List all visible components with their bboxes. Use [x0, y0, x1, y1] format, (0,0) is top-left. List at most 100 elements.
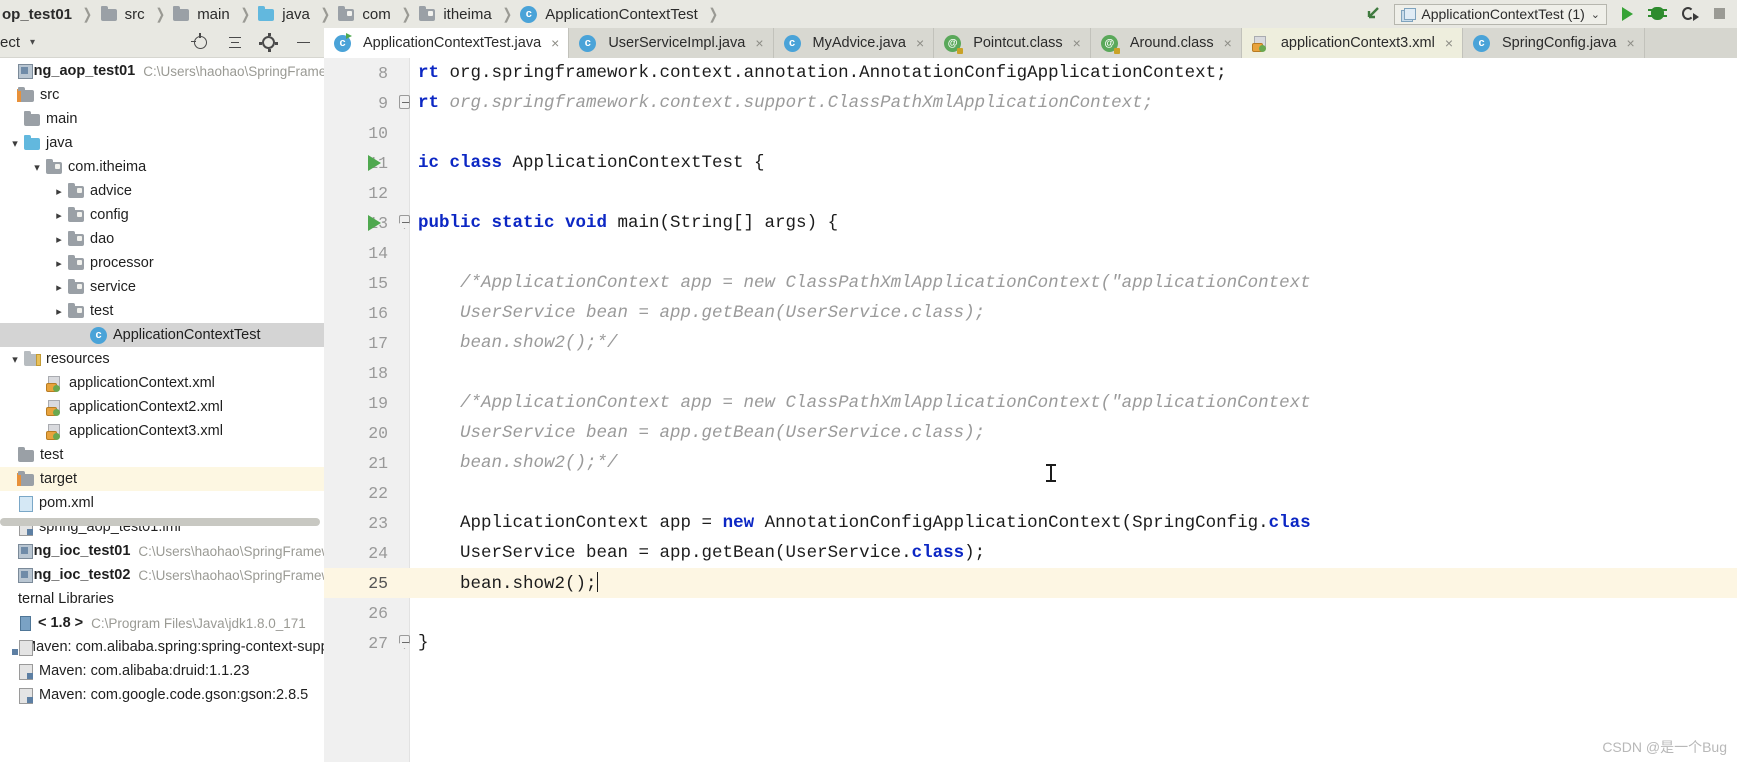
code-line-11[interactable]: 11 ic class ApplicationContextTest {	[324, 148, 1737, 178]
tree-item-ring-ioc-test02[interactable]: ring_ioc_test02 C:\Users\haohao\SpringFra…	[0, 563, 324, 587]
fold-gutter[interactable]	[398, 148, 410, 178]
breadcrumb-item-op-test01[interactable]: op_test01	[0, 6, 74, 23]
code-line-17[interactable]: 17 bean.show2();*/	[324, 328, 1737, 358]
editor-tab-around-class[interactable]: Around.class ×	[1090, 28, 1242, 58]
close-icon[interactable]: ×	[1626, 35, 1634, 51]
code-line-14[interactable]: 14	[324, 238, 1737, 268]
tree-item-applicationcontext-xml[interactable]: applicationContext.xml	[0, 371, 324, 395]
locate-icon[interactable]	[191, 32, 210, 52]
tree-item-applicationcontexttest[interactable]: ApplicationContextTest	[0, 323, 324, 347]
tree-item-applicationcontext2-xml[interactable]: applicationContext2.xml	[0, 395, 324, 419]
code-line-22[interactable]: 22	[324, 478, 1737, 508]
close-icon[interactable]: ×	[916, 35, 924, 51]
fold-gutter[interactable]	[398, 598, 410, 628]
code-line-24[interactable]: 24 UserService bean = app.getBean(UserSe…	[324, 538, 1737, 568]
tree-item-advice[interactable]: advice	[0, 179, 324, 203]
code-line-27[interactable]: 27}	[324, 628, 1737, 658]
code-editor[interactable]: 8 rt org.springframework.context.annotati…	[324, 58, 1737, 762]
tree-item-com-itheima[interactable]: com.itheima	[0, 155, 324, 179]
tree-item-src[interactable]: src	[0, 83, 324, 107]
editor-tab-applicationcontexttest-java[interactable]: ApplicationContextTest.java ×	[324, 28, 570, 58]
fold-end-icon[interactable]	[399, 95, 410, 109]
fold-gutter[interactable]	[398, 118, 410, 148]
run-with-coverage-button[interactable]	[1678, 3, 1700, 25]
code-line-26[interactable]: 26	[324, 598, 1737, 628]
tree-item-ternal-libraries[interactable]: ternal Libraries	[0, 587, 324, 611]
close-icon[interactable]: ×	[755, 35, 763, 51]
tree-twisty-icon[interactable]	[50, 233, 68, 246]
fold-gutter[interactable]	[398, 58, 410, 88]
tree-item-ring-aop-test01[interactable]: ring_aop_test01 C:\Users\haohao\SpringFra…	[0, 59, 324, 83]
tree-item-java[interactable]: java	[0, 131, 324, 155]
close-icon[interactable]: ×	[1224, 35, 1232, 51]
tree-item-main[interactable]: main	[0, 107, 324, 131]
tree-item-dao[interactable]: dao	[0, 227, 324, 251]
tree-item-config[interactable]: config	[0, 203, 324, 227]
fold-gutter[interactable]	[398, 418, 410, 448]
code-line-20[interactable]: 20 UserService bean = app.getBean(UserSe…	[324, 418, 1737, 448]
fold-gutter[interactable]	[398, 88, 410, 118]
editor-tab-springconfig-java[interactable]: SpringConfig.java ×	[1463, 28, 1645, 58]
breadcrumb-item-java[interactable]: java	[258, 5, 312, 23]
close-icon[interactable]: ×	[1445, 35, 1453, 51]
fold-gutter[interactable]	[398, 568, 410, 598]
close-icon[interactable]: ×	[1073, 35, 1081, 51]
tree-item-maven-com-alibaba-druid-1-1-23[interactable]: Maven: com.alibaba:druid:1.1.23	[0, 659, 324, 683]
fold-gutter[interactable]	[398, 208, 410, 238]
fold-gutter[interactable]	[398, 478, 410, 508]
tree-item-maven-com-alibaba-spring-spring-context-supp[interactable]: Maven: com.alibaba.spring:spring-context…	[0, 635, 324, 659]
tree-item-applicationcontext3-xml[interactable]: applicationContext3.xml	[0, 419, 324, 443]
fold-open-icon[interactable]	[399, 215, 410, 229]
hide-panel-icon[interactable]	[294, 34, 312, 52]
collapse-all-icon[interactable]	[226, 34, 244, 52]
code-area[interactable]: 8 rt org.springframework.context.annotati…	[324, 58, 1737, 762]
fold-gutter[interactable]	[398, 298, 410, 328]
fold-gutter[interactable]	[398, 388, 410, 418]
code-line-16[interactable]: 16 UserService bean = app.getBean(UserSe…	[324, 298, 1737, 328]
breadcrumb-item-src[interactable]: src	[100, 5, 147, 23]
tree-item-test[interactable]: test	[0, 299, 324, 323]
tree-twisty-icon[interactable]	[50, 185, 68, 198]
chevron-down-icon[interactable]: ▾	[30, 37, 35, 48]
stop-button[interactable]	[1709, 3, 1731, 25]
code-line-8[interactable]: 8 rt org.springframework.context.annotati…	[324, 58, 1737, 88]
fold-gutter[interactable]	[398, 538, 410, 568]
code-line-15[interactable]: 15 /*ApplicationContext app = new ClassP…	[324, 268, 1737, 298]
code-line-21[interactable]: 21 bean.show2();*/	[324, 448, 1737, 478]
tree-item-target[interactable]: target	[0, 467, 324, 491]
tree-item--1-8-[interactable]: < 1.8 > C:\Program Files\Java\jdk1.8.0_17…	[0, 611, 324, 635]
tree-item-ring-ioc-test01[interactable]: ring_ioc_test01 C:\Users\haohao\SpringFra…	[0, 539, 324, 563]
editor-tab-myadvice-java[interactable]: MyAdvice.java ×	[773, 28, 935, 58]
fold-gutter[interactable]	[398, 358, 410, 388]
code-line-19[interactable]: 19 /*ApplicationContext app = new ClassP…	[324, 388, 1737, 418]
tree-item-pom-xml[interactable]: pom.xml	[0, 491, 324, 515]
code-line-10[interactable]: 10	[324, 118, 1737, 148]
run-configuration-selector[interactable]: ApplicationContextTest (1) ⌄	[1394, 3, 1607, 25]
tree-twisty-icon[interactable]	[6, 137, 24, 150]
code-line-23[interactable]: 23 ApplicationContext app = new Annotati…	[324, 508, 1737, 538]
fold-gutter[interactable]	[398, 628, 410, 658]
fold-gutter[interactable]	[398, 328, 410, 358]
close-icon[interactable]: ×	[551, 35, 559, 51]
fold-gutter[interactable]	[398, 448, 410, 478]
tree-twisty-icon[interactable]	[50, 257, 68, 270]
run-gutter-icon[interactable]	[368, 215, 381, 231]
fold-gutter[interactable]	[398, 268, 410, 298]
breadcrumb-item-com[interactable]: com	[338, 5, 392, 23]
code-line-12[interactable]: 12	[324, 178, 1737, 208]
tree-item-resources[interactable]: resources	[0, 347, 324, 371]
code-line-9[interactable]: 9 rt org.springframework.context.support.…	[324, 88, 1737, 118]
fold-gutter[interactable]	[398, 178, 410, 208]
tree-twisty-icon[interactable]	[50, 305, 68, 318]
editor-tab-pointcut-class[interactable]: Pointcut.class ×	[934, 28, 1091, 58]
fold-close-icon[interactable]	[399, 635, 410, 649]
debug-button[interactable]	[1647, 3, 1669, 25]
breadcrumb-item-main[interactable]: main	[173, 5, 232, 23]
tree-item-maven-com-google-code-gson-gson-2-8-5[interactable]: Maven: com.google.code.gson:gson:2.8.5	[0, 683, 324, 707]
breadcrumb-item-itheima[interactable]: itheima	[419, 5, 493, 23]
run-button[interactable]	[1616, 3, 1638, 25]
fold-gutter[interactable]	[398, 508, 410, 538]
code-line-13[interactable]: 13 public static void main(String[] args)…	[324, 208, 1737, 238]
breadcrumb-item-applicationcontexttest[interactable]: ApplicationContextTest	[520, 5, 700, 23]
editor-tab-userserviceimpl-java[interactable]: UserServiceImpl.java ×	[569, 28, 774, 58]
